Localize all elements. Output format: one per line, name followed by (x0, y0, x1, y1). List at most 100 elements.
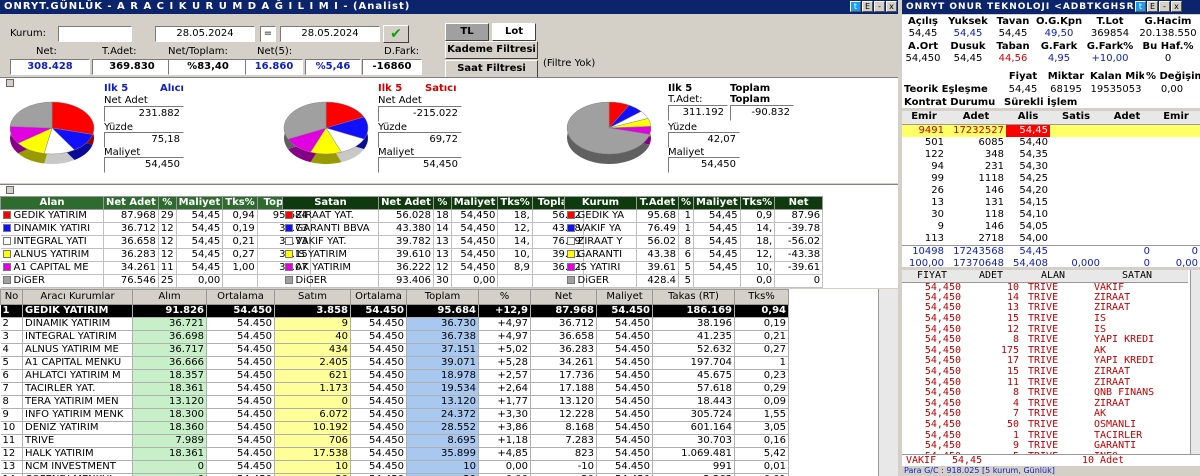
table-row[interactable]: GARANTI BBVA43.3801454,45012,43.38 (282, 222, 584, 236)
alan_table-header-0[interactable]: Alan (0, 196, 104, 210)
table-row[interactable]: GEDIK YA 95.68 1 54,45 0,9 87.96 (564, 209, 824, 223)
table-row[interactable]: 30 118 54,10 (902, 209, 1200, 221)
table-row[interactable]: ALNUS YATIRIM 36.283 12 54,45 0,27 37.15 (0, 248, 311, 262)
table-row[interactable]: 9 INFO YATIRIM MENK 18.300 54.450 6.072 54.45… (0, 408, 789, 422)
depth-header-cell[interactable]: Satis (1050, 111, 1102, 125)
table-row[interactable]: 6 AHLATCI YATIRIM M 18.357 54.450 621 54.450 1… (0, 369, 789, 383)
broker-header-2[interactable]: Alım (132, 289, 207, 305)
trades-header-cell[interactable]: FIYAT (902, 270, 962, 283)
kurum_table-header-5[interactable]: Net (774, 196, 824, 210)
broker-header-10[interactable]: Takas (RT) (652, 289, 735, 305)
table-row[interactable]: 10498 17243568 54,45 0 0 (902, 244, 1200, 258)
collapse-icon[interactable] (6, 79, 14, 87)
satan_table-header-1[interactable]: Net Adet (378, 196, 434, 210)
trades-scrollbar[interactable] (1190, 270, 1200, 454)
table-row[interactable]: 3 INTEGRAL YATIRIM 36.698 54.450 40 54.450 36.… (0, 330, 789, 344)
close-icon[interactable]: x (886, 1, 897, 12)
kurum_table-header-4[interactable]: Tks% (739, 196, 776, 210)
table-row[interactable]: 54,450 4 TRIVE ZIRAAT (902, 399, 1188, 410)
table-row[interactable]: 122 348 54,35 (902, 149, 1200, 161)
table-row[interactable]: 54,450 9 TRIVE GARANTI (902, 441, 1188, 452)
table-row[interactable]: 501 6085 54,40 (902, 137, 1200, 149)
depth-header-cell[interactable]: Adet (946, 111, 1006, 125)
trades-header-cell[interactable]: SATAN (1086, 270, 1188, 283)
table-row[interactable]: DiGER 76.546 25 0,00 (0, 274, 311, 288)
table-row[interactable]: 10 DENIZ YATIRIM 18.360 54.450 10.192 54.450 2… (0, 421, 789, 435)
broker-header-7[interactable]: % (478, 289, 531, 305)
table-row[interactable]: 13 NCM INVESTMENT 0 54.450 10 54.450 10 0,00 -10… (0, 460, 789, 474)
table-row[interactable]: 54,450 8 TRIVE YAPI KREDI (902, 335, 1188, 346)
table-row[interactable]: GEDIK YATIRIM87.9682954,450,9495.684 (0, 209, 311, 223)
table-row[interactable]: DINAMIK YATIRI 36.712 12 54,45 0,19 36.73 (0, 222, 311, 236)
kurum_table-header-3[interactable]: Maliyet (693, 196, 741, 210)
date-to-field[interactable]: 28.05.2024 (280, 26, 380, 42)
broker-header-1[interactable]: Aracı Kurumlar (22, 289, 133, 305)
table-row[interactable]: 8 TERA YATIRIM MEN 13.120 54.450 0 54.450 13.1… (0, 395, 789, 409)
satan_table-header-3[interactable]: Maliyet (450, 196, 499, 210)
kurum-input[interactable] (58, 26, 132, 42)
satan_table-header-0[interactable]: Satan (282, 196, 379, 210)
table-row[interactable]: 11 TRIVE 7.989 54.450 706 54.450 8.695 +1,18 7.2… (0, 434, 789, 448)
table-row[interactable]: IS YATIRI 39.61 5 54,45 10, -39.61 (564, 261, 824, 275)
edit-icon-2[interactable]: E (1147, 1, 1158, 12)
kurum_table-header-2[interactable]: % (677, 196, 695, 210)
table-row[interactable]: 54,450 15 TRIVE ZIRAAT (902, 367, 1188, 378)
depth-header-cell[interactable]: Alis (1006, 111, 1050, 125)
broker-header-6[interactable]: Toplam (406, 289, 479, 305)
collapse-icon-2[interactable] (6, 186, 14, 194)
kurum_table-header-1[interactable]: T.Adet (636, 196, 679, 210)
broker-header-3[interactable]: Ortalama (206, 289, 275, 305)
table-row[interactable]: INTEGRAL YATI 36.658 12 54,45 0,21 36.73 (0, 235, 311, 249)
table-row[interactable]: ZIRAAT YAT.56.0281854,45018,56.02 (282, 209, 584, 223)
tl-toggle[interactable]: TL (445, 23, 489, 41)
saat-filter-button[interactable]: Saat Filtresi (445, 60, 538, 78)
minimize-icon[interactable]: - (874, 1, 885, 12)
broker-header-0[interactable]: No (0, 289, 23, 305)
table-row[interactable]: 2 DINAMIK YATIRIM 36.721 54.450 9 54.450 36.73… (0, 317, 789, 331)
table-row[interactable]: 54,450 13 TRIVE ZIRAAT (902, 303, 1188, 314)
table-row[interactable]: 54,450 10 TRIVE VAKIF (902, 282, 1188, 293)
table-row[interactable]: VAKIF YA 76.49 1 54,45 14, -39.78 (564, 222, 824, 236)
depth-header-cell[interactable]: Emir (902, 111, 946, 125)
table-row[interactable]: 113 2718 54,00 (902, 233, 1200, 246)
table-row[interactable]: 94 231 54,30 (902, 161, 1200, 173)
alan_table-header-1[interactable]: Net Adet (103, 196, 159, 210)
table-row[interactable]: 54,450 15 TRIVE IS (902, 314, 1188, 325)
table-row[interactable]: DiGER 93.406 30 0,00 (282, 274, 584, 288)
broker-header-4[interactable]: Satım (274, 289, 351, 305)
date-from-field[interactable]: 28.05.2024 (155, 26, 255, 42)
apply-check-button[interactable]: ✔ (383, 25, 409, 43)
table-row[interactable]: 54,450 7 TRIVE AK (902, 409, 1188, 420)
satan_table-header-2[interactable]: % (433, 196, 452, 210)
table-row[interactable]: 54,450 50 TRIVE OSMANLI (902, 420, 1188, 431)
trades-header-cell[interactable]: ALAN (1020, 270, 1086, 283)
edit-icon[interactable]: E (862, 1, 873, 12)
table-row[interactable]: A1 CAPITAL ME 34.261 11 54,45 1,00 39.07 (0, 261, 311, 275)
table-row[interactable]: 54,450 17 TRIVE YAPI KREDI (902, 356, 1188, 367)
table-row[interactable]: 54,450 175 TRIVE AK (902, 346, 1188, 357)
table-row[interactable]: 54,450 12 TRIVE IS (902, 324, 1188, 335)
table-row[interactable]: 26 146 54,20 (902, 185, 1200, 197)
table-row[interactable]: 1 GEDIK YATIRIM 91.826 54.450 3.858 54.450 95.… (0, 304, 789, 318)
minimize-icon-2[interactable]: - (1159, 1, 1170, 12)
alan_table-header-2[interactable]: % (157, 196, 177, 210)
table-row[interactable]: ZIRAAT Y 56.02 8 54,45 18, -56.02 (564, 235, 824, 249)
table-row[interactable]: 9 146 54,05 (902, 221, 1200, 233)
table-row[interactable]: 5 A1 CAPITAL MENKU 36.666 54.450 2.405 54.450… (0, 356, 789, 370)
broker-header-5[interactable]: Ortalama (350, 289, 407, 305)
table-row[interactable]: 13 131 54,15 (902, 197, 1200, 209)
table-row[interactable]: IS YATIRIM39.6101354,45010,39.61 (282, 248, 584, 262)
twitter-icon[interactable]: t (850, 1, 861, 12)
table-row[interactable]: GARANTI 43.38 6 54,45 12, -43.38 (564, 248, 824, 262)
table-row[interactable]: 7 TACIRLER YAT. 18.361 54.450 1.173 54.450 19.… (0, 382, 789, 396)
table-row[interactable]: 54,450 11 TRIVE ZIRAAT (902, 377, 1188, 388)
kurum_table-header-0[interactable]: Kurum (564, 196, 637, 210)
depth-header-cell[interactable]: Adet (1102, 111, 1152, 125)
table-row[interactable]: 54,450 8 TRIVE QNB FINANS (902, 388, 1188, 399)
trades-header-cell[interactable]: ADET (962, 270, 1020, 283)
alan_table-header-3[interactable]: Maliyet (175, 196, 224, 210)
table-row[interactable]: 4 ALNUS YATIRIM ME 36.717 54.450 434 54.450 37… (0, 343, 789, 357)
broker-header-11[interactable]: Tks% (734, 289, 789, 305)
lot-toggle[interactable]: Lot (492, 23, 536, 41)
depth-header-cell[interactable]: Emir (1152, 111, 1200, 125)
